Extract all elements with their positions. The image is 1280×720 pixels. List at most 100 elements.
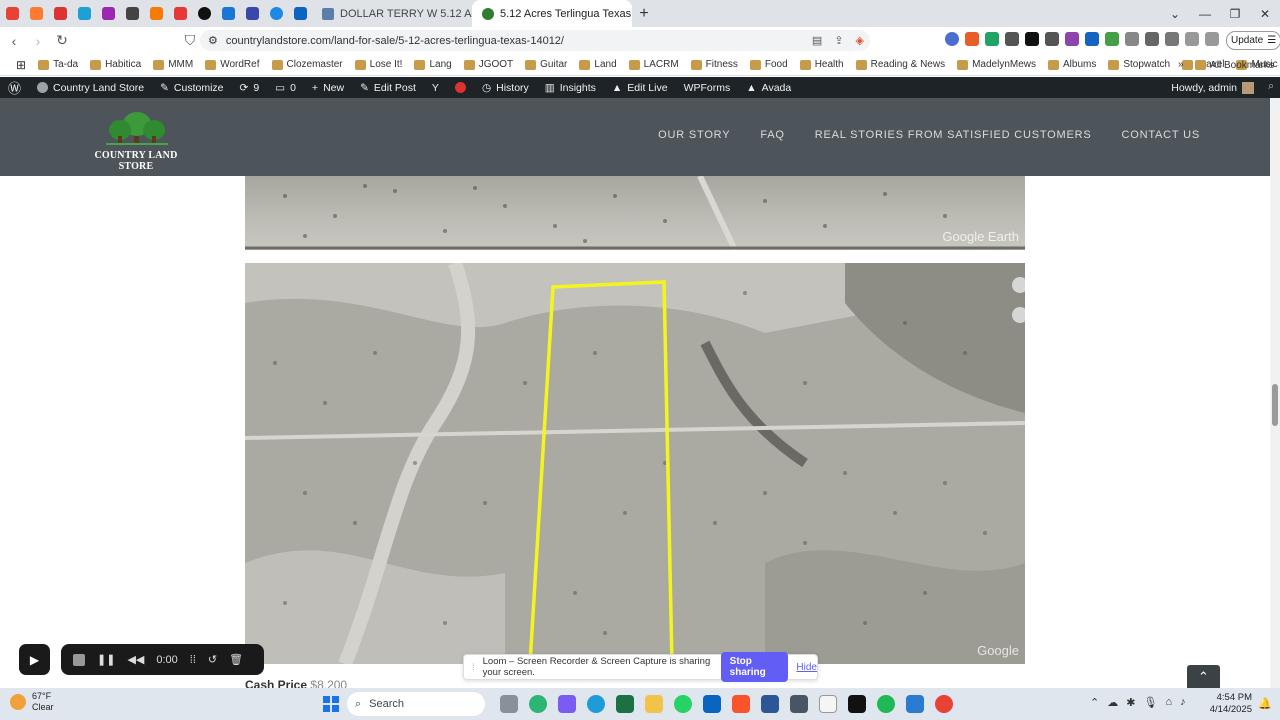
bookmark-item[interactable]: Habitica (84, 59, 147, 70)
copilot-icon[interactable] (558, 695, 576, 713)
weather-widget[interactable]: 67°F Clear (10, 691, 54, 713)
bookmark-item[interactable]: MMM (147, 59, 199, 70)
reader-icon[interactable]: ▤ (812, 34, 822, 47)
brave-icon[interactable] (732, 695, 750, 713)
pinned-tab[interactable] (168, 0, 192, 27)
drag-handle-icon[interactable]: ⁞⁞ (190, 654, 196, 666)
edge-icon[interactable] (587, 695, 605, 713)
share-icon[interactable]: ⇪ (834, 34, 843, 47)
task-view-icon[interactable] (500, 695, 518, 713)
bookmark-item[interactable]: Health (794, 59, 850, 70)
scrollbar-thumb[interactable] (1272, 384, 1278, 426)
wp-history-link[interactable]: ◷ History (474, 77, 537, 98)
minimize-button[interactable]: — (1190, 0, 1220, 27)
pinned-tab[interactable] (144, 0, 168, 27)
trash-icon[interactable]: 🗑 (229, 653, 243, 666)
pinned-tab[interactable] (240, 0, 264, 27)
bookmark-item[interactable]: WordRef (199, 59, 265, 70)
vpn-icon[interactable] (1205, 32, 1219, 46)
yoast-icon[interactable]: Y (424, 77, 447, 98)
bookmark-item[interactable]: Guitar (519, 59, 573, 70)
restart-icon[interactable]: ↺ (208, 653, 217, 666)
hide-link[interactable]: Hide (796, 662, 817, 673)
chrome-icon[interactable] (935, 695, 953, 713)
bookmark-item[interactable]: Lang (408, 59, 457, 70)
wp-comments-link[interactable]: ▭ 0 (267, 77, 304, 98)
address-bar[interactable]: ⚙ countrylandstore.com/land-for-sale/5-1… (200, 30, 870, 51)
new-tab-button[interactable]: + (632, 5, 656, 23)
nav-faq[interactable]: FAQ (760, 129, 784, 141)
wp-avada-link[interactable]: ▲ Avada (738, 77, 799, 98)
pinned-tab[interactable] (120, 0, 144, 27)
bookmark-item[interactable]: MadelynMews (951, 59, 1042, 70)
excel-icon[interactable] (616, 695, 634, 713)
wallet-icon[interactable] (1165, 32, 1179, 46)
tab-terlingua-listing[interactable]: 5.12 Acres Terlingua Texas 1 ✕ (472, 0, 632, 27)
tab-dollar-terry[interactable]: DOLLAR TERRY W 5.12 Acres Brewster (312, 0, 472, 27)
calculator-icon[interactable] (790, 695, 808, 713)
wp-customize-link[interactable]: ✎ Customize (152, 77, 231, 98)
volume-icon[interactable]: ♪ (1180, 696, 1186, 709)
update-button[interactable]: Update ☰ (1226, 31, 1280, 50)
rewind-icon[interactable]: ◀◀ (127, 653, 144, 666)
outlook-icon[interactable] (703, 695, 721, 713)
puzzle-icon[interactable] (1125, 32, 1139, 46)
bookmark-item[interactable]: LACRM (623, 59, 685, 70)
more-bookmarks-icon[interactable]: » (1172, 59, 1190, 70)
leo-icon[interactable] (1185, 32, 1199, 46)
onedrive-icon[interactable]: ☁ (1107, 696, 1118, 709)
wp-insights-link[interactable]: ▥ Insights (537, 77, 604, 98)
scroll-to-top-button[interactable]: ⌃ (1187, 665, 1220, 688)
notification-icon[interactable]: 🔔 (1258, 697, 1272, 710)
capcut-icon[interactable] (848, 695, 866, 713)
extension-icon[interactable] (1005, 32, 1019, 46)
bookmark-item[interactable]: Reading & News (850, 59, 951, 70)
notepad-icon[interactable] (819, 695, 837, 713)
close-window-button[interactable]: ✕ (1250, 0, 1280, 27)
wp-wpforms-link[interactable]: WPForms (676, 77, 739, 98)
restore-button[interactable]: ❐ (1220, 0, 1250, 27)
bookmark-item[interactable]: Fitness (685, 59, 744, 70)
page-scrollbar[interactable] (1270, 98, 1280, 688)
wp-edit-live-link[interactable]: ▲ Edit Live (604, 77, 676, 98)
tab-search-icon[interactable]: ⌄ (1160, 0, 1190, 27)
spotify-icon[interactable] (877, 695, 895, 713)
forward-icon[interactable]: › (28, 33, 48, 49)
site-info-icon[interactable]: ⚙ (208, 34, 218, 47)
wordpress-icon[interactable]: Ⓦ (0, 77, 29, 98)
pinned-tab[interactable] (0, 0, 24, 27)
file-explorer-icon[interactable] (645, 695, 663, 713)
bookmark-item[interactable]: Albums (1042, 59, 1102, 70)
nav-real-stories[interactable]: REAL STORIES FROM SATISFIED CUSTOMERS (815, 129, 1092, 141)
sidebar-icon[interactable] (1145, 32, 1159, 46)
whatsapp-icon[interactable] (674, 695, 692, 713)
drag-handle-icon[interactable]: ⁞ (472, 662, 475, 673)
reload-icon[interactable]: ↻ (52, 32, 72, 49)
wp-account-menu[interactable]: Howdy, admin (1171, 77, 1254, 98)
extension-icon[interactable] (1025, 32, 1039, 46)
bookmark-item[interactable]: Clozemaster (266, 59, 349, 70)
pinned-tab[interactable] (288, 0, 312, 27)
back-icon[interactable]: ‹ (4, 33, 24, 49)
pinned-tab[interactable] (192, 0, 216, 27)
bookmark-item[interactable]: Land (573, 59, 622, 70)
notes-icon[interactable] (906, 695, 924, 713)
extension-icon[interactable] (1045, 32, 1059, 46)
all-bookmarks-folder[interactable]: All Bookmarks (1195, 54, 1274, 76)
edge-dev-icon[interactable] (529, 695, 547, 713)
bookmark-item[interactable]: Lose It! (349, 59, 409, 70)
pinned-tab[interactable] (48, 0, 72, 27)
extension-icon[interactable] (1085, 32, 1099, 46)
start-button[interactable] (323, 696, 339, 712)
extension-icon[interactable] (945, 32, 959, 46)
pinned-tab[interactable] (264, 0, 288, 27)
microphone-icon[interactable]: 🎙 (1143, 696, 1157, 709)
extension-icon[interactable] (1065, 32, 1079, 46)
system-clock[interactable]: 4:54 PM 4/14/2025 (1208, 692, 1252, 716)
word-icon[interactable] (761, 695, 779, 713)
bookmark-item[interactable]: Stopwatch (1102, 59, 1176, 70)
nav-our-story[interactable]: OUR STORY (658, 129, 730, 141)
extension-icon[interactable] (985, 32, 999, 46)
pinned-tab[interactable] (216, 0, 240, 27)
pause-icon[interactable]: ❚❚ (97, 653, 115, 666)
